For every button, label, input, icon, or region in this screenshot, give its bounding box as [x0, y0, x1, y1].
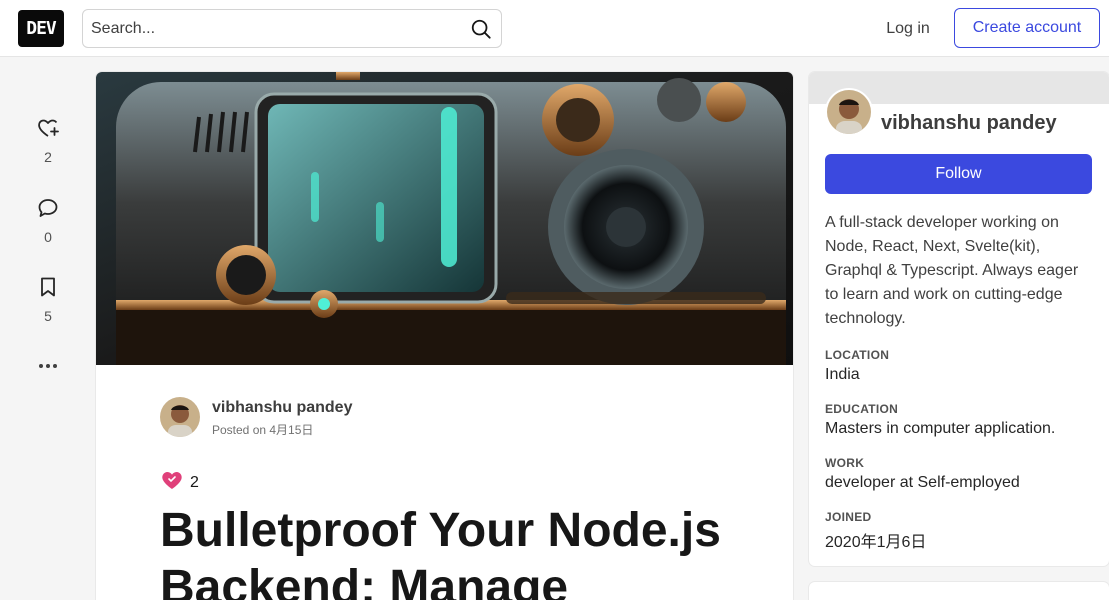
- top-header: DEV Log in Create account: [0, 0, 1109, 57]
- create-account-button[interactable]: Create account: [954, 8, 1100, 48]
- sidebar-next-card: [809, 582, 1109, 600]
- field-value: 2020年1月6日: [825, 534, 927, 551]
- follow-button[interactable]: Follow: [825, 154, 1092, 194]
- profile-bio: A full-stack developer working on Node, …: [825, 214, 1079, 327]
- more-options-button[interactable]: [18, 354, 78, 383]
- comment-icon: [36, 196, 60, 225]
- article-card: vibhanshu pandey Posted on 4月15日 2 Bulle…: [96, 72, 793, 600]
- heart-plus-icon: [36, 116, 60, 145]
- bookmark-count: 5: [44, 308, 52, 324]
- reaction-count: 2: [44, 149, 52, 165]
- field-value: India: [825, 366, 860, 383]
- field-label: WORK: [825, 456, 865, 470]
- profile-field-work: WORK developer at Self-employed: [825, 456, 1095, 492]
- search-input[interactable]: [91, 10, 461, 47]
- bookmark-button[interactable]: 5: [18, 275, 78, 324]
- field-label: LOCATION: [825, 348, 890, 362]
- comment-count: 0: [44, 229, 52, 245]
- cover-image: [96, 72, 793, 365]
- posted-date: Posted on 4月15日: [212, 423, 314, 437]
- field-value: Masters in computer application.: [825, 420, 1056, 437]
- profile-field-location: LOCATION India: [825, 348, 1095, 384]
- profile-field-education: EDUCATION Masters in computer applicatio…: [825, 402, 1095, 438]
- reaction-summary: 2: [160, 468, 199, 497]
- field-value: developer at Self-employed: [825, 474, 1020, 491]
- comment-button[interactable]: 0: [18, 196, 78, 245]
- profile-name[interactable]: vibhanshu pandey: [881, 112, 1057, 135]
- search-icon[interactable]: [469, 17, 493, 41]
- dev-logo[interactable]: DEV: [18, 10, 64, 47]
- search-box[interactable]: [82, 9, 502, 48]
- bookmark-icon: [36, 275, 60, 304]
- login-link[interactable]: Log in: [870, 9, 946, 48]
- author-profile-card: vibhanshu pandey Follow A full-stack dev…: [809, 72, 1109, 566]
- profile-field-joined: JOINED 2020年1月6日: [825, 510, 1095, 552]
- author-name[interactable]: vibhanshu pandey: [212, 399, 352, 417]
- author-avatar[interactable]: [160, 397, 200, 437]
- sparkle-heart-icon: [160, 468, 184, 497]
- reaction-summary-count: 2: [190, 473, 199, 491]
- profile-avatar[interactable]: [825, 88, 873, 136]
- article-title: Bulletproof Your Node.js Backend: Manage: [160, 504, 721, 600]
- reaction-button[interactable]: 2: [18, 116, 78, 165]
- field-label: EDUCATION: [825, 402, 899, 416]
- more-horizontal-icon: [36, 354, 60, 383]
- field-label: JOINED: [825, 510, 872, 524]
